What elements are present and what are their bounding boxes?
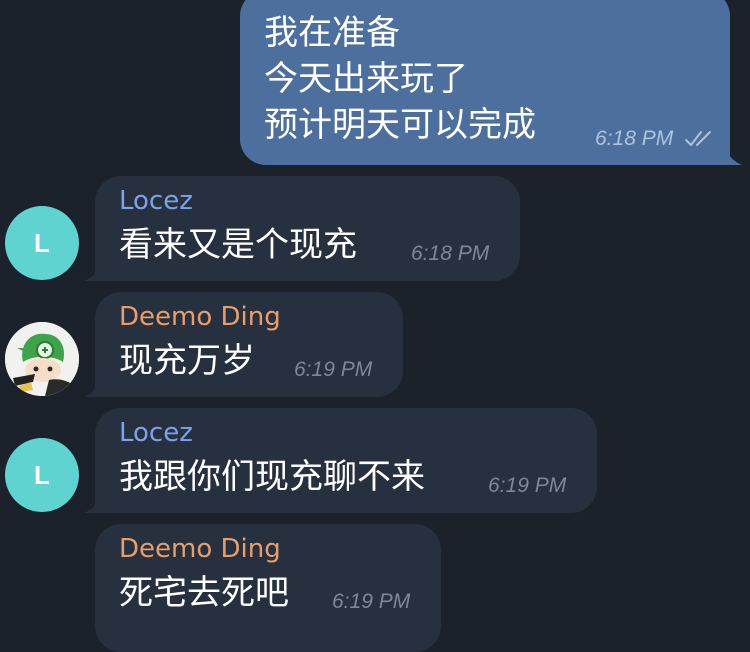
- message-text-line: 我在准备: [264, 13, 400, 53]
- sender-name[interactable]: Locez: [119, 418, 193, 448]
- message-text-line: 预计明天可以完成: [264, 105, 536, 145]
- sender-name[interactable]: Deemo Ding: [119, 302, 281, 332]
- avatar-deemo-ding[interactable]: [5, 322, 79, 396]
- message-text: 我跟你们现充聊不来: [119, 457, 425, 497]
- message-time: 6:19 PM: [332, 590, 411, 613]
- message-text: 死宅去死吧: [119, 573, 289, 613]
- message-text: 现充万岁: [119, 341, 255, 381]
- message-text: 看来又是个现充: [119, 225, 357, 265]
- incoming-message-bubble[interactable]: Locez 我跟你们现充聊不来 6:19 PM: [95, 408, 597, 513]
- message-time: 6:18 PM: [411, 242, 490, 265]
- outgoing-bubble-tail: [720, 141, 742, 165]
- message-time: 6:19 PM: [294, 358, 373, 381]
- sender-name[interactable]: Locez: [119, 186, 193, 216]
- incoming-message-bubble[interactable]: Deemo Ding 死宅去死吧 6:19 PM: [95, 524, 441, 652]
- sender-name[interactable]: Deemo Ding: [119, 534, 281, 564]
- avatar-locez[interactable]: L: [5, 206, 79, 280]
- avatar-letter: L: [34, 227, 50, 258]
- incoming-message-bubble[interactable]: Deemo Ding 现充万岁 6:19 PM: [95, 292, 403, 397]
- avatar-locez[interactable]: L: [5, 438, 79, 512]
- anime-character-avatar-icon: [5, 322, 79, 396]
- message-text-line: 今天出来玩了: [264, 59, 468, 99]
- avatar-letter: L: [34, 459, 50, 490]
- read-ticks-icon: [684, 129, 714, 153]
- message-time: 6:18 PM: [595, 127, 674, 150]
- incoming-message-bubble[interactable]: Locez 看来又是个现充 6:18 PM: [95, 176, 520, 281]
- outgoing-message-bubble[interactable]: 我在准备 今天出来玩了 预计明天可以完成 6:18 PM: [240, 0, 730, 165]
- message-time: 6:19 PM: [488, 474, 567, 497]
- chat-message-list[interactable]: 我在准备 今天出来玩了 预计明天可以完成 6:18 PM L Locez 看来又…: [0, 0, 750, 652]
